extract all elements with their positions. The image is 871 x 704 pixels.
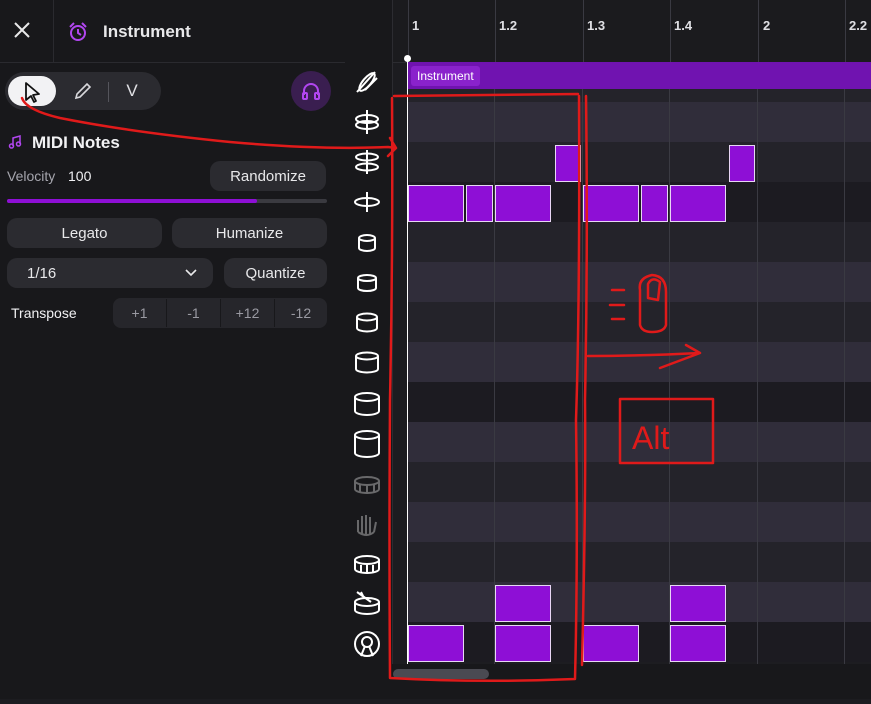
annotation-arrow-from-pointer (20, 96, 398, 158)
alt-annotation-text: Alt (632, 420, 669, 456)
finger-icon (608, 273, 668, 334)
annotation-arrow-right (586, 343, 702, 370)
red-annotations: Alt (20, 92, 715, 683)
annotation-selection-box (388, 92, 581, 683)
annotation-divider-line (580, 94, 589, 667)
